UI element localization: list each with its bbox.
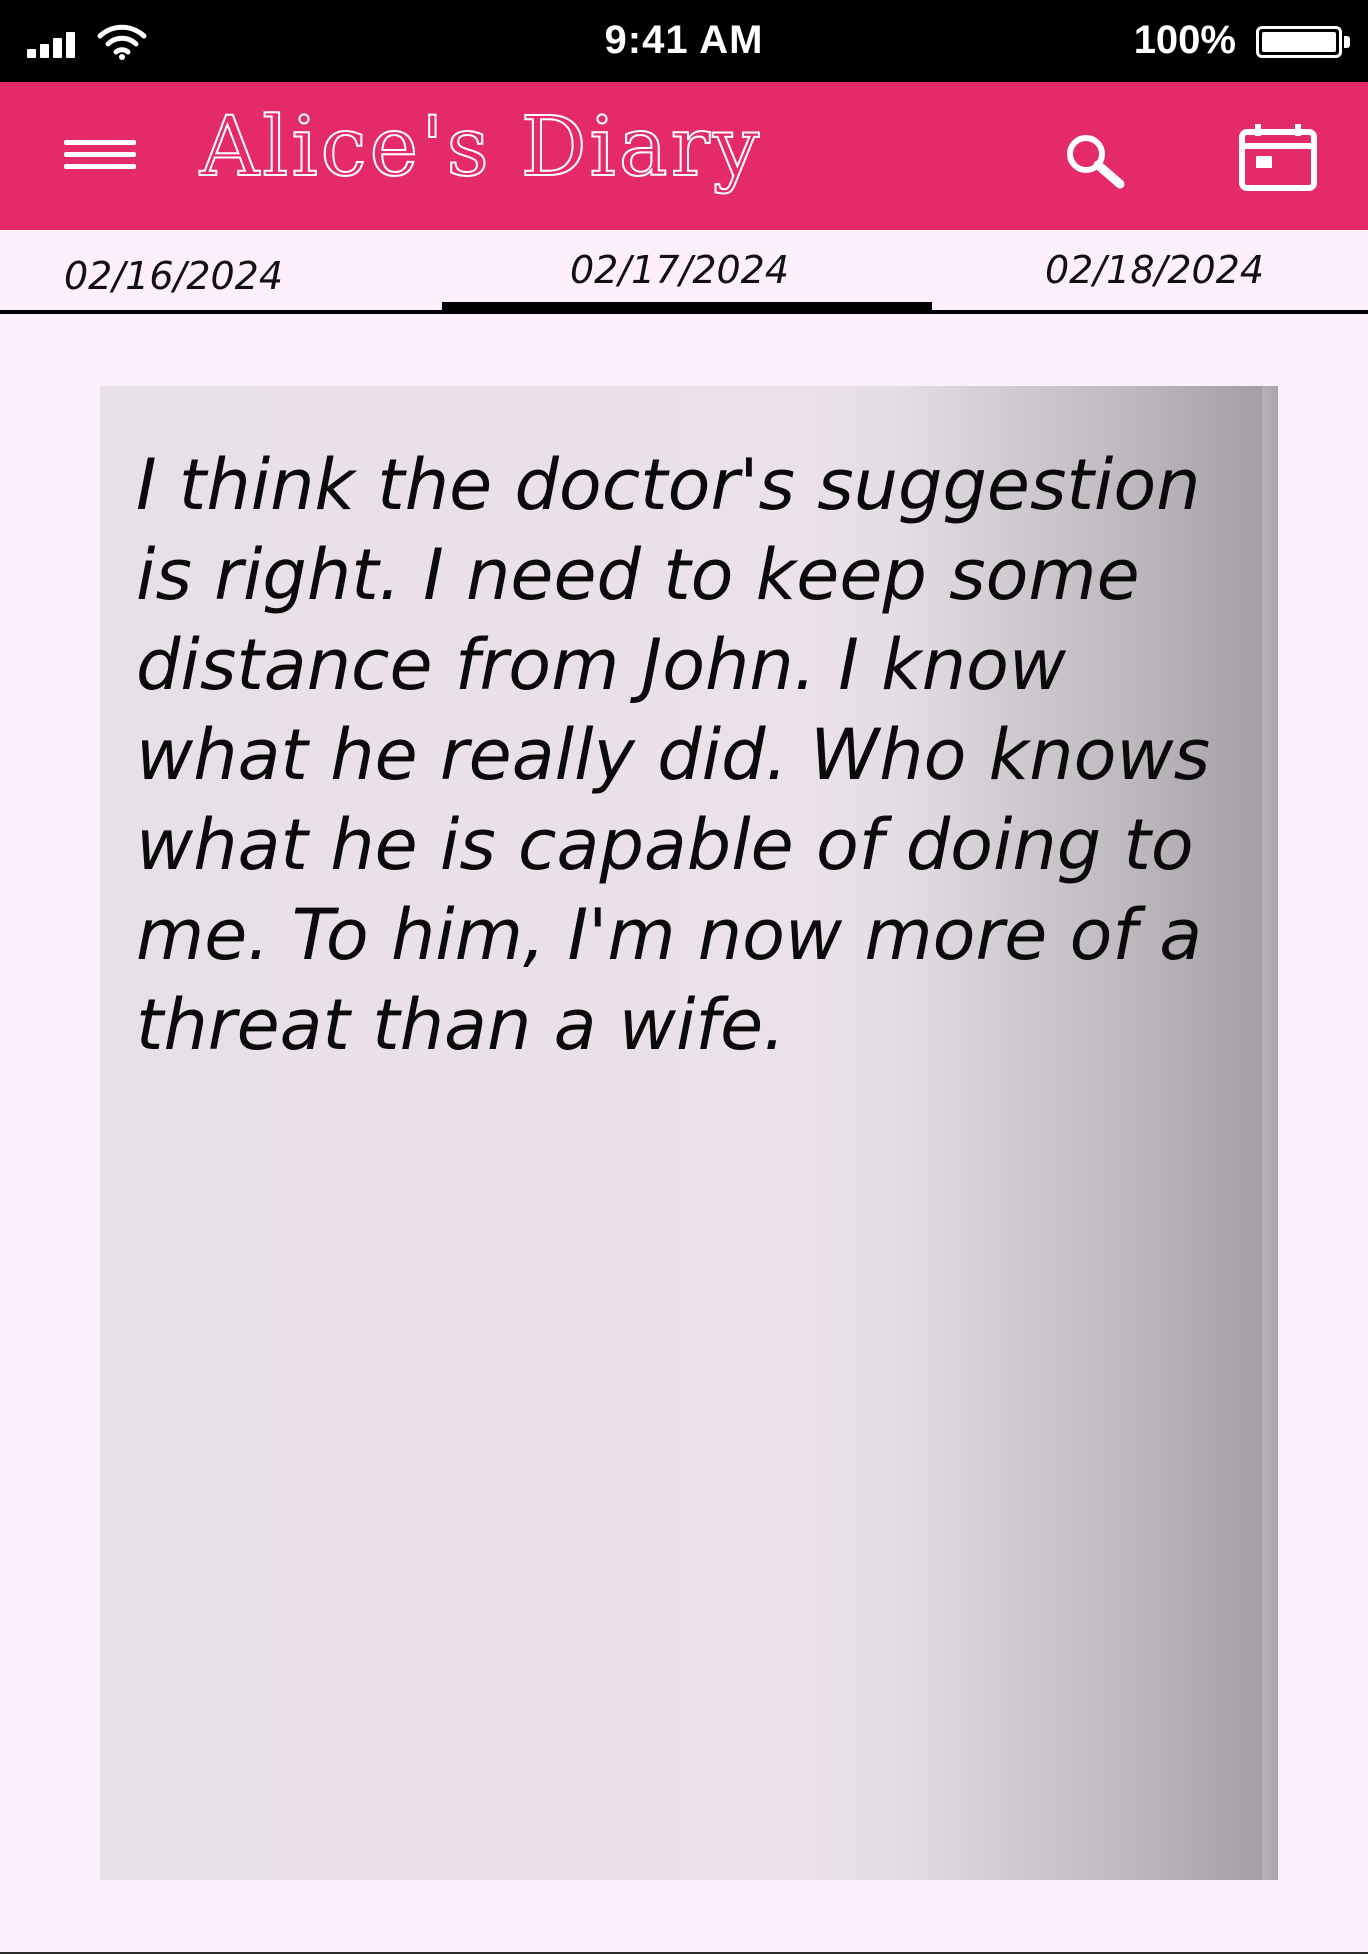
app-title: Alice's Diary xyxy=(199,99,763,196)
diary-entry-page: I think the doctor's suggestion is right… xyxy=(100,386,1278,1880)
app-header: Alice's Diary xyxy=(0,82,1368,230)
status-bar: 9:41 AM 100% xyxy=(0,0,1368,82)
battery-icon xyxy=(1256,26,1342,58)
calendar-icon[interactable] xyxy=(1238,122,1320,192)
tab-next-date[interactable]: 02/18/2024 xyxy=(1045,248,1264,292)
hamburger-menu-icon[interactable] xyxy=(64,132,140,178)
battery-level-fill xyxy=(1262,32,1336,52)
tab-current-date[interactable]: 02/17/2024 xyxy=(570,248,789,292)
page-edge-shadow xyxy=(1262,386,1278,1880)
search-icon[interactable] xyxy=(1058,128,1132,192)
diary-entry-text[interactable]: I think the doctor's suggestion is right… xyxy=(136,440,1256,1070)
battery-percentage: 100% xyxy=(1133,18,1236,62)
date-tabs: 02/16/2024 02/17/2024 02/18/2024 xyxy=(0,230,1368,318)
tab-previous-date[interactable]: 02/16/2024 xyxy=(64,254,283,298)
battery-nub xyxy=(1344,36,1350,48)
active-tab-indicator xyxy=(442,302,932,312)
